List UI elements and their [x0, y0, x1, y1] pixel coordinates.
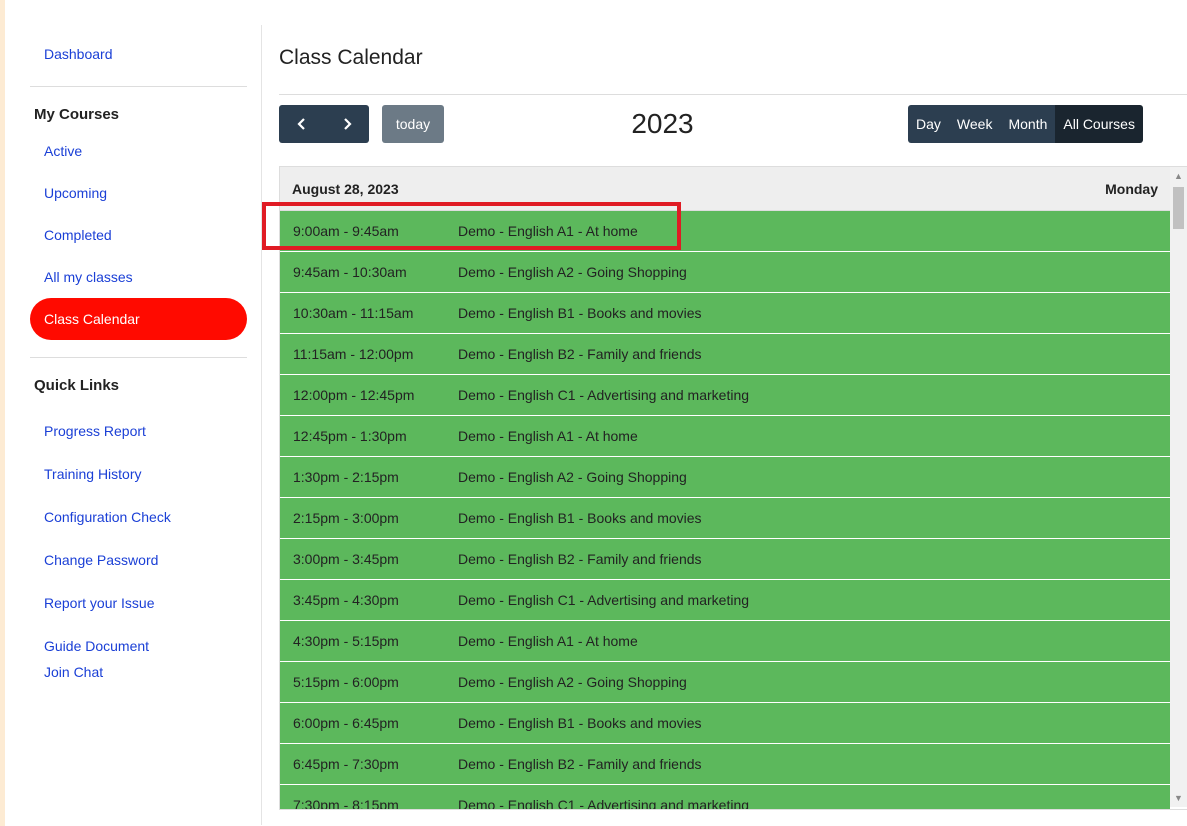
prev-button[interactable] [279, 117, 324, 131]
event-title: Demo - English C1 - Advertising and mark… [458, 387, 750, 403]
event-title: Demo - English B1 - Books and movies [458, 715, 702, 731]
day-header-date: August 28, 2023 [292, 180, 399, 197]
event-rows: 9:00am - 9:45am Demo - English A1 - At ho… [280, 211, 1187, 810]
event-time: 4:30pm - 5:15pm [293, 633, 399, 649]
sidebar-item-active[interactable]: Active [22, 140, 247, 162]
scroll-down-icon[interactable]: ▼ [1174, 793, 1183, 803]
event-time: 3:00pm - 3:45pm [293, 551, 399, 567]
event-title: Demo - English C1 - Advertising and mark… [458, 592, 750, 608]
event-time: 6:00pm - 6:45pm [293, 715, 399, 731]
event-time: 10:30am - 11:15am [293, 305, 414, 321]
event-title: Demo - English B2 - Family and friends [458, 756, 702, 772]
sidebar-item-join-chat[interactable]: Join Chat [22, 661, 247, 683]
scroll-up-icon[interactable]: ▲ [1174, 171, 1183, 181]
event-row[interactable]: 7:30pm - 8:15pm Demo - English C1 - Adver… [280, 785, 1170, 810]
my-courses-heading: My Courses [34, 106, 120, 123]
event-time: 1:30pm - 2:15pm [293, 469, 399, 485]
view-switcher: Day Week Month All Courses [908, 105, 1143, 143]
view-day-button[interactable]: Day [908, 105, 949, 143]
event-time: 6:45pm - 7:30pm [293, 756, 399, 772]
event-time: 7:30pm - 8:15pm [293, 797, 399, 810]
day-header: August 28, 2023 Monday [280, 167, 1187, 211]
event-title: Demo - English A1 - At home [458, 633, 638, 649]
event-row[interactable]: 3:45pm - 4:30pm Demo - English C1 - Adver… [280, 580, 1170, 621]
event-time: 9:00am - 9:45am [293, 223, 399, 239]
event-row[interactable]: 10:30am - 11:15am Demo - English B1 - Boo… [280, 293, 1170, 334]
sidebar-item-upcoming[interactable]: Upcoming [22, 182, 247, 204]
event-time: 2:15pm - 3:00pm [293, 510, 399, 526]
event-time: 9:45am - 10:30am [293, 264, 407, 280]
divider [30, 86, 247, 87]
left-accent-bar [0, 0, 5, 826]
event-title: Demo - English A1 - At home [458, 428, 638, 444]
event-row[interactable]: 5:15pm - 6:00pm Demo - English A2 - Going… [280, 662, 1170, 703]
event-time: 5:15pm - 6:00pm [293, 674, 399, 690]
calendar-list: August 28, 2023 Monday 9:00am - 9:45am De… [279, 166, 1187, 810]
event-time: 3:45pm - 4:30pm [293, 592, 399, 608]
event-title: Demo - English A2 - Going Shopping [458, 674, 687, 690]
sidebar-item-configuration-check[interactable]: Configuration Check [22, 506, 247, 528]
sidebar-item-dashboard[interactable]: Dashboard [22, 43, 247, 65]
event-time: 12:00pm - 12:45pm [293, 387, 415, 403]
sidebar-item-guide-document[interactable]: Guide Document [22, 635, 247, 657]
event-title: Demo - English A1 - At home [458, 223, 638, 239]
event-row[interactable]: 6:00pm - 6:45pm Demo - English B1 - Books… [280, 703, 1170, 744]
title-divider [279, 94, 1187, 95]
event-row[interactable]: 6:45pm - 7:30pm Demo - English B2 - Famil… [280, 744, 1170, 785]
page-title: Class Calendar [279, 46, 423, 69]
event-title: Demo - English A2 - Going Shopping [458, 469, 687, 485]
event-row[interactable]: 3:00pm - 3:45pm Demo - English B2 - Famil… [280, 539, 1170, 580]
scrollbar[interactable]: ▲ ▼ [1170, 167, 1187, 807]
quick-links-heading: Quick Links [34, 377, 120, 394]
nav-button-group [279, 105, 369, 143]
event-row[interactable]: 9:00am - 9:45am Demo - English A1 - At ho… [280, 211, 1170, 252]
event-row[interactable]: 1:30pm - 2:15pm Demo - English A2 - Going… [280, 457, 1170, 498]
event-title: Demo - English A2 - Going Shopping [458, 264, 687, 280]
day-header-weekday: Monday [1105, 180, 1158, 197]
chevron-left-icon [296, 118, 305, 130]
event-title: Demo - English B2 - Family and friends [458, 551, 702, 567]
event-row[interactable]: 4:30pm - 5:15pm Demo - English A1 - At ho… [280, 621, 1170, 662]
chevron-right-icon [343, 118, 352, 130]
calendar-year: 2023 [631, 108, 694, 139]
divider [30, 357, 247, 358]
event-time: 11:15am - 12:00pm [293, 346, 414, 362]
event-title: Demo - English B1 - Books and movies [458, 305, 702, 321]
sidebar-item-completed[interactable]: Completed [22, 224, 247, 246]
event-title: Demo - English C1 - Advertising and mark… [458, 797, 750, 810]
event-time: 12:45pm - 1:30pm [293, 428, 407, 444]
event-row[interactable]: 12:00pm - 12:45pm Demo - English C1 - Adv… [280, 375, 1170, 416]
event-row[interactable]: 12:45pm - 1:30pm Demo - English A1 - At h… [280, 416, 1170, 457]
next-button[interactable] [324, 117, 369, 131]
sidebar-item-training-history[interactable]: Training History [22, 463, 247, 485]
sidebar-item-class-calendar[interactable]: Class Calendar [30, 298, 247, 340]
scroll-thumb[interactable] [1173, 187, 1184, 229]
event-title: Demo - English B2 - Family and friends [458, 346, 702, 362]
today-button[interactable]: today [382, 105, 444, 143]
sidebar-item-all-classes[interactable]: All my classes [22, 266, 247, 288]
sidebar-separator [261, 25, 262, 825]
event-title: Demo - English B1 - Books and movies [458, 510, 702, 526]
view-all-courses-button[interactable]: All Courses [1055, 105, 1143, 143]
event-row[interactable]: 2:15pm - 3:00pm Demo - English B1 - Books… [280, 498, 1170, 539]
sidebar-item-progress-report[interactable]: Progress Report [22, 420, 247, 442]
sidebar: Dashboard My Courses Active Upcoming Com… [22, 25, 247, 683]
sidebar-item-change-password[interactable]: Change Password [22, 549, 247, 571]
view-week-button[interactable]: Week [948, 105, 1001, 143]
view-month-button[interactable]: Month [1000, 105, 1056, 143]
sidebar-item-report-issue[interactable]: Report your Issue [22, 592, 247, 614]
event-row[interactable]: 11:15am - 12:00pm Demo - English B2 - Fam… [280, 334, 1170, 375]
event-row[interactable]: 9:45am - 10:30am Demo - English A2 - Goin… [280, 252, 1170, 293]
